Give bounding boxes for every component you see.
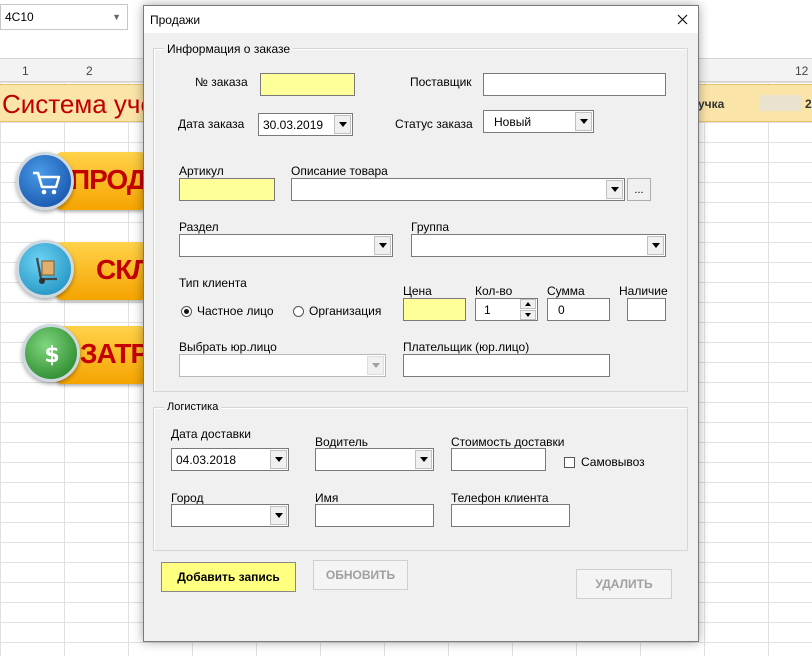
chevron-down-icon[interactable] [647, 236, 664, 255]
excel-warehouse-button-label: СКЛ [96, 254, 151, 285]
chevron-down-icon[interactable]: ▼ [112, 12, 121, 22]
section-combo[interactable] [179, 234, 393, 257]
browse-button[interactable]: ... [627, 178, 651, 201]
excel-col-header-12[interactable]: 12 [795, 64, 808, 78]
delivery-date-label: Дата доставки [171, 427, 251, 441]
excel-banner-blurred [760, 95, 802, 111]
radio-selected-icon [181, 305, 192, 317]
supplier-field[interactable] [483, 73, 666, 96]
chevron-down-icon[interactable] [334, 115, 351, 134]
order-date-label: Дата заказа [178, 117, 245, 131]
excel-warehouse-circle[interactable] [16, 240, 74, 298]
order-date-value: 30.03.2019 [263, 118, 324, 132]
delete-button[interactable]: УДАЛИТЬ [576, 569, 672, 599]
pickup-label: Самовывоз [581, 455, 645, 469]
description-combo[interactable] [291, 178, 625, 201]
spin-up-icon[interactable] [520, 299, 536, 309]
legal-entity-combo[interactable] [179, 354, 386, 377]
phone-label: Телефон клиента [451, 491, 549, 505]
excel-banner-title: Система учё [2, 89, 155, 119]
sum-label: Сумма [547, 284, 585, 298]
excel-sales-circle[interactable] [16, 152, 74, 210]
close-icon [677, 14, 687, 25]
delivery-cost-label: Стоимость доставки [451, 435, 565, 449]
excel-expenses-circle[interactable]: $ [22, 324, 80, 382]
hand-truck-icon [35, 257, 57, 284]
description-label: Описание товара [291, 164, 388, 178]
order-info-legend: Информация о заказе [164, 42, 294, 56]
chevron-down-icon[interactable] [367, 356, 384, 375]
svg-text:$: $ [44, 343, 59, 368]
excel-banner-right-num: 2 [805, 97, 812, 111]
article-label: Артикул [179, 164, 224, 178]
sales-dialog: Продажи Информация о заказе № заказа Пос… [143, 5, 699, 642]
city-combo[interactable] [171, 504, 289, 527]
driver-label: Водитель [315, 435, 369, 449]
chevron-down-icon[interactable] [270, 450, 287, 469]
client-org-radio[interactable]: Организация [293, 304, 381, 318]
excel-col-header-2[interactable]: 2 [86, 64, 93, 78]
chevron-down-icon[interactable] [270, 506, 287, 525]
payer-label: Плательщик (юр.лицо) [403, 340, 530, 354]
dollar-icon: $ [44, 343, 59, 368]
delivery-date-value: 04.03.2018 [176, 453, 237, 467]
update-button[interactable]: ОБНОВИТЬ [313, 560, 408, 590]
chevron-down-icon[interactable] [374, 236, 391, 255]
stock-field[interactable] [627, 298, 666, 321]
order-status-combo[interactable]: Новый [483, 110, 594, 133]
order-date-combo[interactable]: 30.03.2019 [258, 113, 353, 136]
phone-field[interactable] [451, 504, 570, 527]
order-no-field[interactable] [260, 73, 355, 96]
excel-name-box-value: 4C10 [5, 10, 34, 24]
client-org-label: Организация [309, 304, 382, 318]
client-private-radio[interactable]: Частное лицо [181, 304, 274, 318]
pickup-checkbox[interactable]: Самовывоз [564, 455, 645, 469]
chevron-down-icon[interactable] [575, 112, 592, 131]
name-field[interactable] [315, 504, 434, 527]
price-label: Цена [403, 284, 432, 298]
qty-label: Кол-во [475, 284, 513, 298]
checkbox-unchecked-icon [564, 456, 575, 468]
excel-expenses-button-label: ЗАТР [80, 338, 149, 369]
qty-stepper[interactable]: 1 [475, 298, 538, 321]
delivery-date-combo[interactable]: 04.03.2018 [171, 448, 289, 471]
close-button[interactable] [666, 6, 698, 33]
add-record-button[interactable]: Добавить запись [161, 562, 296, 592]
stock-label: Наличие [619, 284, 668, 298]
legal-entity-label: Выбрать юр.лицо [179, 340, 277, 354]
city-label: Город [171, 491, 204, 505]
logistics-legend: Логистика [164, 401, 222, 413]
spin-down-icon[interactable] [520, 310, 536, 320]
client-type-label: Тип клиента [179, 276, 247, 290]
sum-value: 0 [558, 303, 565, 317]
chevron-down-icon[interactable] [415, 450, 432, 469]
group-combo[interactable] [411, 234, 666, 257]
driver-combo[interactable] [315, 448, 434, 471]
order-status-value: Новый [494, 115, 532, 129]
cart-icon [33, 171, 61, 195]
radio-unselected-icon [293, 305, 304, 317]
name-label: Имя [315, 491, 339, 505]
delivery-cost-field[interactable] [451, 448, 546, 471]
price-field[interactable] [403, 298, 466, 321]
section-label: Раздел [179, 220, 219, 234]
excel-sales-button-label: ПРОД [70, 164, 147, 195]
supplier-label: Поставщик [410, 75, 472, 89]
dialog-title: Продажи [150, 13, 201, 27]
chevron-down-icon[interactable] [606, 180, 623, 199]
client-private-label: Частное лицо [197, 304, 274, 318]
sum-field[interactable]: 0 [547, 298, 610, 321]
article-field[interactable] [179, 178, 275, 201]
order-status-label: Статус заказа [395, 117, 473, 131]
dialog-titlebar[interactable]: Продажи [144, 6, 698, 33]
excel-banner-right-text: учка [698, 97, 725, 111]
excel-name-box[interactable]: 4C10 ▼ [0, 4, 128, 30]
excel-col-header-1[interactable]: 1 [22, 64, 29, 78]
group-label: Группа [411, 220, 450, 234]
payer-field[interactable] [403, 354, 610, 377]
qty-value: 1 [484, 303, 491, 317]
order-no-label: № заказа [195, 75, 248, 89]
